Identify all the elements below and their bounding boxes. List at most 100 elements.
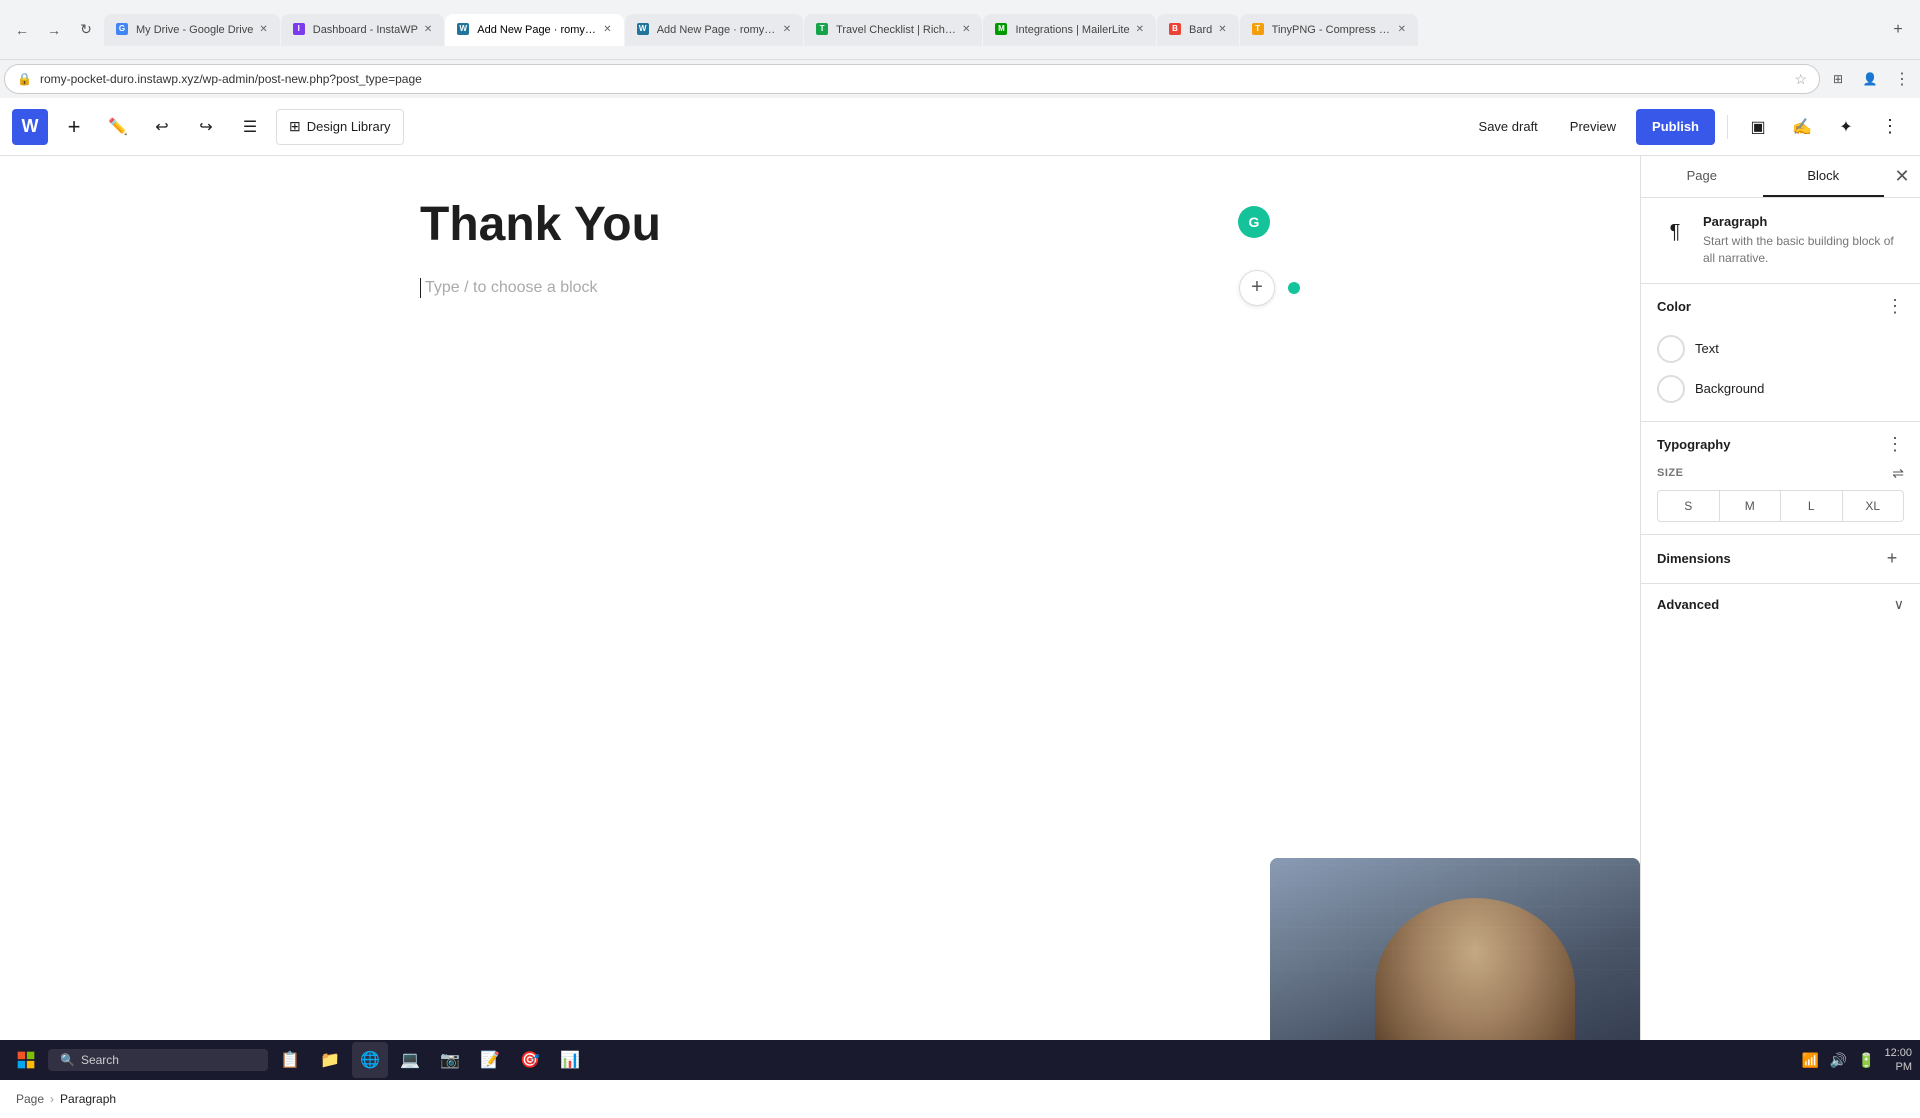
windows-logo-icon [16, 1050, 36, 1070]
menu-button[interactable]: ⋮ [1888, 65, 1916, 93]
breadcrumb-page[interactable]: Page [16, 1092, 44, 1106]
browser-tab-google-drive[interactable]: G My Drive - Google Drive ✕ [104, 14, 280, 46]
more-tools-button[interactable]: ⋮ [1872, 109, 1908, 145]
color-more-button[interactable]: ⋮ [1886, 296, 1904, 317]
size-btn-m[interactable]: M [1720, 491, 1782, 521]
tab-label-google-drive: My Drive - Google Drive [136, 24, 253, 36]
taskbar-widgets[interactable]: 📋 [272, 1042, 308, 1078]
size-row: SIZE ⇌ [1657, 465, 1904, 482]
tab-label-travel-checklist: Travel Checklist | Rich te... [836, 24, 956, 36]
extensions-button[interactable]: ⊞ [1824, 65, 1852, 93]
size-btn-s[interactable]: S [1658, 491, 1720, 521]
size-btn-l[interactable]: L [1781, 491, 1843, 521]
browser-tab-bard[interactable]: B Bard ✕ [1157, 14, 1239, 46]
add-block-button[interactable]: + [1239, 270, 1275, 306]
browser-controls: ← → ↻ [8, 16, 100, 44]
page-title[interactable]: Thank You [420, 196, 1220, 254]
tray-network-icon[interactable]: 📶 [1800, 1050, 1820, 1070]
taskbar-file-explorer[interactable]: 📁 [312, 1042, 348, 1078]
toggle-view-button[interactable]: ▣ [1740, 109, 1776, 145]
bookmark-icon[interactable]: ☆ [1794, 71, 1807, 88]
size-reset-button[interactable]: ⇌ [1892, 465, 1904, 482]
editor-area[interactable]: G Thank You Type / to choose a block + [0, 156, 1640, 1078]
typography-title: Typography [1657, 437, 1730, 452]
forward-button[interactable]: → [40, 16, 68, 44]
taskbar-search[interactable]: 🔍 Search [48, 1049, 268, 1071]
panel-tabs-row: Page Block ✕ [1641, 156, 1920, 198]
taskbar-date: PM [1884, 1060, 1912, 1074]
tab-close-google-drive[interactable]: ✕ [259, 24, 267, 35]
browser-tab-mailerlite[interactable]: M Integrations | MailerLite ✕ [983, 14, 1156, 46]
tab-close-bard[interactable]: ✕ [1218, 24, 1226, 35]
size-btn-xl[interactable]: XL [1843, 491, 1904, 521]
browser-tab-add-new-page-1[interactable]: W Add New Page · romy-po... ✕ [445, 14, 623, 46]
block-tab[interactable]: Block [1763, 156, 1885, 197]
taskbar-app-2[interactable]: 📷 [432, 1042, 468, 1078]
dimensions-add-button[interactable]: + [1880, 547, 1904, 571]
size-label: SIZE [1657, 467, 1683, 479]
taskbar-app-1[interactable]: 💻 [392, 1042, 428, 1078]
tray-battery-icon[interactable]: 🔋 [1856, 1050, 1876, 1070]
page-tab[interactable]: Page [1641, 156, 1763, 197]
block-placeholder[interactable]: Type / to choose a block [420, 278, 598, 298]
browser-chrome: ← → ↻ G My Drive - Google Drive ✕ I Dash… [0, 0, 1920, 60]
taskbar-tray: 📶 🔊 🔋 12:00 PM [1800, 1046, 1912, 1075]
browser-tabs: G My Drive - Google Drive ✕ I Dashboard … [104, 14, 1880, 46]
wall-background [1270, 858, 1640, 990]
tab-close-add-new-page-2[interactable]: ✕ [783, 24, 791, 35]
tab-label-bard: Bard [1189, 24, 1212, 36]
right-panel: Page Block ✕ ¶ Paragraph Start with the … [1640, 156, 1920, 1078]
tools-button[interactable]: ✏️ [100, 109, 136, 145]
address-bar[interactable]: 🔒 romy-pocket-duro.instawp.xyz/wp-admin/… [4, 64, 1820, 94]
taskbar-time: 12:00 [1884, 1046, 1912, 1060]
undo-button[interactable]: ↩ [144, 109, 180, 145]
background-color-circle[interactable] [1657, 375, 1685, 403]
color-section-header: Color ⋮ [1657, 296, 1904, 317]
advanced-header[interactable]: Advanced ∨ [1657, 596, 1904, 613]
tab-close-mailerlite[interactable]: ✕ [1136, 24, 1144, 35]
design-library-button[interactable]: ⊞ Design Library [276, 109, 404, 145]
taskbar-clock: 12:00 PM [1884, 1046, 1912, 1075]
dimensions-title: Dimensions [1657, 551, 1731, 566]
grammarly-button[interactable]: G [1238, 206, 1270, 238]
taskbar-app-3[interactable]: 📝 [472, 1042, 508, 1078]
typography-section: Typography ⋮ SIZE ⇌ SMLXL [1641, 422, 1920, 535]
search-icon: 🔍 [60, 1053, 75, 1067]
paragraph-icon: ¶ [1657, 214, 1693, 250]
panel-close-button[interactable]: ✕ [1884, 159, 1920, 195]
new-tab-button[interactable]: + [1884, 16, 1912, 44]
tab-close-travel-checklist[interactable]: ✕ [962, 24, 970, 35]
tab-favicon-tinypng: T [1252, 23, 1266, 37]
publish-button[interactable]: Publish [1636, 109, 1715, 145]
tab-close-add-new-page-1[interactable]: ✕ [603, 24, 611, 35]
options-button[interactable]: ✦ [1828, 109, 1864, 145]
browser-tab-tinypng[interactable]: T TinyPNG - Compress We... ✕ [1240, 14, 1418, 46]
breadcrumb-bar: Page › Paragraph [0, 1078, 1920, 1118]
browser-tab-instawp-dashboard[interactable]: I Dashboard - InstaWP ✕ [281, 14, 445, 46]
tray-sound-icon[interactable]: 🔊 [1828, 1050, 1848, 1070]
details-button[interactable]: ✍️ [1784, 109, 1820, 145]
block-container: Type / to choose a block + [420, 278, 1220, 298]
text-color-circle[interactable] [1657, 335, 1685, 363]
browser-tab-add-new-page-2[interactable]: W Add New Page · romy-po... ✕ [625, 14, 803, 46]
taskbar-app-4[interactable]: 🎯 [512, 1042, 548, 1078]
add-block-toolbar-button[interactable]: + [56, 109, 92, 145]
typography-more-button[interactable]: ⋮ [1886, 434, 1904, 455]
user-button[interactable]: 👤 [1856, 65, 1884, 93]
panel-content: ¶ Paragraph Start with the basic buildin… [1641, 198, 1920, 1078]
document-overview-button[interactable]: ☰ [232, 109, 268, 145]
tab-label-instawp-dashboard: Dashboard - InstaWP [313, 24, 418, 36]
tab-label-add-new-page-2: Add New Page · romy-po... [657, 24, 777, 36]
tab-close-tinypng[interactable]: ✕ [1398, 24, 1406, 35]
reload-button[interactable]: ↻ [72, 16, 100, 44]
save-draft-button[interactable]: Save draft [1467, 113, 1550, 140]
back-button[interactable]: ← [8, 16, 36, 44]
taskbar-chrome[interactable]: 🌐 [352, 1042, 388, 1078]
preview-button[interactable]: Preview [1558, 113, 1628, 140]
tab-favicon-bard: B [1169, 23, 1183, 37]
taskbar-app-5[interactable]: 📊 [552, 1042, 588, 1078]
tab-close-instawp-dashboard[interactable]: ✕ [424, 24, 432, 35]
start-button[interactable] [8, 1042, 44, 1078]
redo-button[interactable]: ↪ [188, 109, 224, 145]
browser-tab-travel-checklist[interactable]: T Travel Checklist | Rich te... ✕ [804, 14, 982, 46]
